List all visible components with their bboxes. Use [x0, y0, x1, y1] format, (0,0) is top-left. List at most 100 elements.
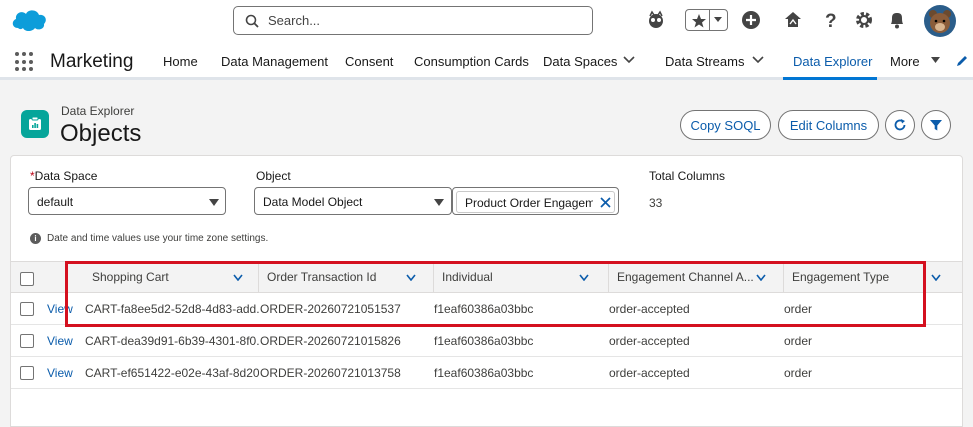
- trailhead-guidance-icon[interactable]: [781, 8, 805, 32]
- notifications-bell-icon[interactable]: [885, 8, 909, 32]
- global-add-icon[interactable]: [739, 8, 763, 32]
- column-header-engagement-type[interactable]: Engagement Type: [784, 262, 962, 293]
- page-breadcrumb: Data Explorer: [61, 104, 135, 118]
- select-all-checkbox[interactable]: [20, 272, 34, 286]
- nav-item-data-streams[interactable]: Data Streams: [665, 54, 744, 69]
- view-link[interactable]: View: [47, 366, 73, 380]
- chevron-down-icon[interactable]: [406, 274, 416, 281]
- order-transaction-id-cell: ORDER-20260721013758: [260, 366, 401, 380]
- timezone-note: i Date and time values use your time zon…: [30, 233, 268, 244]
- salesforce-cloud-logo[interactable]: [10, 6, 48, 34]
- column-header-individual[interactable]: Individual: [434, 262, 609, 293]
- caret-down-icon[interactable]: [930, 56, 941, 64]
- shopping-cart-cell: CART-fa8ee5d2-52d8-4d83-add...: [85, 302, 259, 316]
- engagement-type-cell: order: [784, 302, 813, 316]
- page-title: Objects: [60, 120, 142, 147]
- view-link[interactable]: View: [47, 334, 73, 348]
- star-icon[interactable]: [690, 12, 708, 30]
- nav-item-data-spaces[interactable]: Data Spaces: [543, 54, 617, 69]
- favorites-button-group[interactable]: [685, 9, 728, 31]
- edit-nav-pencil-icon[interactable]: [955, 54, 969, 68]
- app-launcher-icon[interactable]: [15, 52, 35, 72]
- clear-close-icon[interactable]: [600, 197, 611, 208]
- active-tab-indicator: [783, 77, 877, 80]
- chevron-down-icon[interactable]: [579, 274, 589, 281]
- filter-funnel-icon: [930, 120, 942, 131]
- timezone-note-text: Date and time values use your time zone …: [47, 233, 269, 244]
- table-header: Shopping Cart Order Transaction Id Indiv…: [11, 261, 962, 293]
- shopping-cart-cell: CART-ef651422-e02e-43af-8d20...: [85, 366, 259, 380]
- app-navigation-bar: Marketing Home Data Management Consent C…: [0, 42, 973, 80]
- refresh-icon: [894, 119, 906, 131]
- column-header-label: Order Transaction Id: [267, 270, 377, 284]
- column-header-engagement-channel[interactable]: Engagement Channel A...: [609, 262, 784, 293]
- total-columns-value: 33: [649, 196, 663, 210]
- individual-cell: f1eaf60386a03bbc: [434, 334, 534, 348]
- engagement-channel-cell: order-accepted: [609, 334, 690, 348]
- nav-item-more[interactable]: More: [890, 54, 920, 69]
- table-row: View CART-fa8ee5d2-52d8-4d83-add... ORDE…: [11, 293, 962, 325]
- column-header-label: Engagement Type: [792, 270, 890, 284]
- column-header-shopping-cart[interactable]: Shopping Cart: [84, 262, 259, 293]
- setup-gear-icon[interactable]: [852, 8, 876, 32]
- individual-cell: f1eaf60386a03bbc: [434, 302, 534, 316]
- svg-text:?: ?: [825, 11, 837, 30]
- object-lookup-input[interactable]: Product Order Engagem: [452, 187, 619, 215]
- engagement-type-cell: order: [784, 366, 813, 380]
- individual-cell: f1eaf60386a03bbc: [434, 366, 534, 380]
- chevron-down-icon[interactable]: [931, 274, 941, 281]
- nav-item-data-explorer[interactable]: Data Explorer: [793, 54, 872, 69]
- caret-down-icon: [209, 199, 219, 206]
- chevron-down-icon[interactable]: [752, 56, 764, 64]
- edit-columns-button[interactable]: Edit Columns: [778, 110, 879, 140]
- chevron-down-icon[interactable]: [713, 16, 723, 24]
- order-transaction-id-cell: ORDER-20260721015826: [260, 334, 401, 348]
- help-icon[interactable]: ?: [819, 8, 843, 32]
- column-header-label: Individual: [442, 270, 493, 284]
- data-space-label: *Data Space: [30, 169, 97, 183]
- engagement-channel-cell: order-accepted: [609, 366, 690, 380]
- view-link[interactable]: View: [47, 302, 73, 316]
- table-row: View CART-dea39d91-6b39-4301-8f0... ORDE…: [11, 325, 962, 357]
- chevron-down-icon[interactable]: [756, 274, 766, 281]
- column-header-label: Shopping Cart: [92, 270, 169, 284]
- caret-down-icon: [434, 199, 444, 206]
- order-transaction-id-cell: ORDER-20260721051537: [260, 302, 401, 316]
- divider: [709, 10, 710, 30]
- filter-button[interactable]: [921, 110, 951, 140]
- copy-soql-button[interactable]: Copy SOQL: [680, 110, 771, 140]
- row-checkbox[interactable]: [20, 302, 34, 316]
- chevron-down-icon[interactable]: [233, 274, 243, 281]
- search-placeholder: Search...: [268, 13, 321, 28]
- selected-object-pill[interactable]: Product Order Engagem: [456, 191, 615, 213]
- data-explorer-object-icon: [21, 110, 49, 138]
- row-checkbox[interactable]: [20, 334, 34, 348]
- row-checkbox[interactable]: [20, 366, 34, 380]
- selected-object-value: Product Order Engagem: [465, 196, 593, 210]
- info-icon: i: [30, 233, 41, 244]
- data-space-value: default: [37, 195, 74, 209]
- nav-item-home[interactable]: Home: [163, 54, 198, 69]
- global-header: Search... ?: [0, 0, 973, 42]
- object-type-value: Data Model Object: [263, 195, 363, 209]
- refresh-button[interactable]: [885, 110, 915, 140]
- global-search-input[interactable]: Search...: [233, 6, 593, 35]
- engagement-type-cell: order: [784, 334, 813, 348]
- table-row: View CART-ef651422-e02e-43af-8d20... ORD…: [11, 357, 962, 389]
- data-space-select[interactable]: default: [28, 187, 226, 215]
- object-label: Object: [256, 169, 291, 183]
- data-space-label-text: Data Space: [34, 169, 98, 183]
- total-columns-label: Total Columns: [649, 169, 726, 183]
- object-type-select[interactable]: Data Model Object: [254, 187, 452, 215]
- user-avatar[interactable]: [924, 5, 956, 37]
- nav-item-consumption-cards[interactable]: Consumption Cards: [414, 54, 529, 69]
- shopping-cart-cell: CART-dea39d91-6b39-4301-8f0...: [85, 334, 259, 348]
- nav-item-data-management[interactable]: Data Management: [221, 54, 328, 69]
- engagement-channel-cell: order-accepted: [609, 302, 690, 316]
- nav-item-consent[interactable]: Consent: [345, 54, 393, 69]
- column-header-label: Engagement Channel A...: [617, 270, 754, 284]
- einstein-agent-icon[interactable]: [644, 8, 668, 32]
- chevron-down-icon[interactable]: [623, 56, 635, 64]
- search-icon: [245, 14, 259, 28]
- column-header-order-transaction-id[interactable]: Order Transaction Id: [259, 262, 434, 293]
